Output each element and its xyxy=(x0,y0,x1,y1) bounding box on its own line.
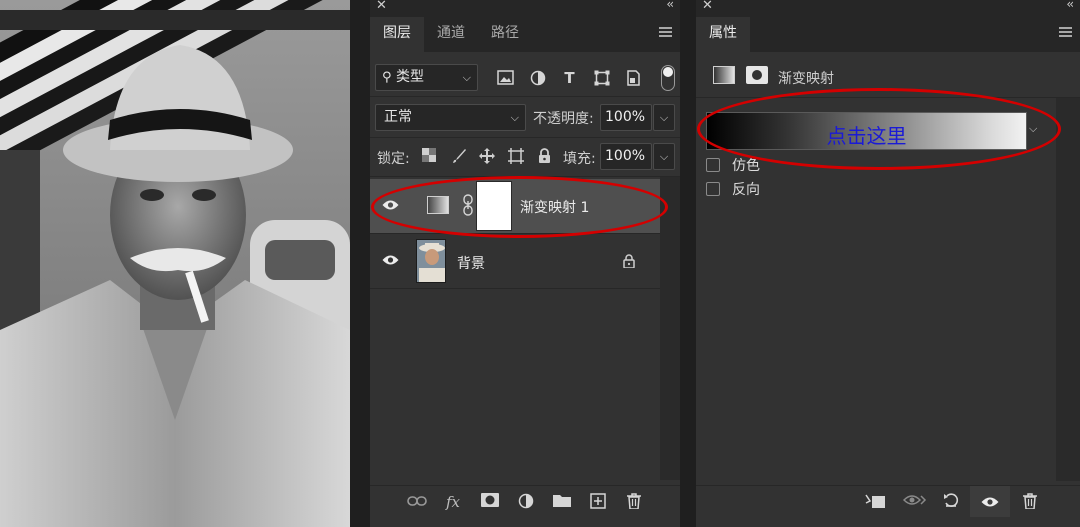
tab-layers[interactable]: 图层 xyxy=(370,17,424,52)
trash-icon[interactable] xyxy=(1020,493,1040,511)
visibility-toggle[interactable] xyxy=(970,486,1010,517)
collapse-icon[interactable]: ‹‹ xyxy=(1066,0,1073,11)
lock-pixels-icon[interactable] xyxy=(450,148,467,165)
canvas-photo xyxy=(0,0,350,527)
properties-tabbar: 属性 xyxy=(696,17,1080,52)
reverse-label: 反向 xyxy=(732,182,760,198)
clip-icon[interactable] xyxy=(864,493,885,511)
lock-position-icon[interactable] xyxy=(478,148,495,165)
chevron-down-icon: ⌵ xyxy=(462,71,471,84)
reverse-checkbox[interactable] xyxy=(706,182,720,196)
gradient-annotation-text: 点击这里 xyxy=(826,124,907,148)
chevron-down-icon: ⌵ xyxy=(510,111,519,124)
layer-name[interactable]: 渐变映射 1 xyxy=(520,197,589,217)
panel-menu-icon[interactable] xyxy=(1059,27,1072,39)
shape-filter-icon[interactable] xyxy=(593,70,610,87)
layer-row-background[interactable]: 背景 xyxy=(370,234,660,288)
fx-icon[interactable]: fx xyxy=(443,493,463,511)
layers-footer: fx xyxy=(370,485,680,517)
filter-kind-label: 类型 xyxy=(395,69,424,85)
gradient-map-type-icon xyxy=(713,66,735,84)
mask-icon[interactable] xyxy=(480,493,500,511)
link-icon[interactable] xyxy=(407,493,427,511)
opacity-label: 不透明度: xyxy=(533,111,594,127)
panel-gutter xyxy=(350,0,370,527)
layer-row-gradient-map[interactable]: 渐变映射 1 xyxy=(370,179,660,233)
gradient-picker[interactable]: 点击这里 xyxy=(706,112,1027,150)
link-chain-icon[interactable] xyxy=(463,193,473,217)
properties-panel: ✕ ‹‹ 属性 渐变映射 点击这里 ⌵ 仿色 反向 xyxy=(696,0,1080,527)
close-icon[interactable]: ✕ xyxy=(702,0,713,13)
panel-menu-icon[interactable] xyxy=(659,27,672,39)
type-filter-icon[interactable]: T xyxy=(561,70,578,87)
trash-icon[interactable] xyxy=(624,493,644,511)
eye-icon xyxy=(981,497,999,507)
properties-footer xyxy=(696,485,1080,517)
properties-header: 渐变映射 xyxy=(696,52,1080,98)
adjustment-layer-thumbnail xyxy=(427,196,449,214)
fill-input[interactable]: 100% xyxy=(600,143,652,170)
dither-checkbox[interactable] xyxy=(706,158,720,172)
panel-gutter xyxy=(680,0,696,527)
opacity-dropdown[interactable]: ⌵ xyxy=(653,104,675,131)
tab-properties[interactable]: 属性 xyxy=(696,17,750,52)
blend-mode-select[interactable]: 正常 ⌵ xyxy=(375,104,526,131)
eye-icon[interactable] xyxy=(382,199,399,211)
filter-toggle[interactable] xyxy=(661,65,675,91)
folder-icon[interactable] xyxy=(552,493,572,511)
pixel-filter-icon[interactable] xyxy=(497,70,514,87)
opacity-input[interactable]: 100% xyxy=(600,104,652,131)
search-icon: ⚲ xyxy=(382,70,392,85)
fill-dropdown[interactable]: ⌵ xyxy=(653,143,675,170)
lock-transparent-icon[interactable] xyxy=(420,148,437,165)
lock-all-icon[interactable] xyxy=(536,148,553,165)
layer-mask-thumbnail[interactable] xyxy=(476,181,512,231)
layers-panel: ✕ ‹‹ 图层 通道 路径 ⚲ 类型 ⌵ T 正常 ⌵ 不透明度: 100% ⌵… xyxy=(370,0,680,527)
close-icon[interactable]: ✕ xyxy=(376,0,387,13)
smart-object-filter-icon[interactable] xyxy=(625,70,642,87)
collapse-icon[interactable]: ‹‹ xyxy=(666,0,673,11)
layer-name[interactable]: 背景 xyxy=(457,253,485,273)
layer-filter-row: ⚲ 类型 ⌵ T xyxy=(375,64,675,92)
eye-icon[interactable] xyxy=(382,254,399,266)
lock-label: 锁定: xyxy=(377,151,410,167)
dither-label: 仿色 xyxy=(732,158,760,174)
properties-title: 渐变映射 xyxy=(778,71,834,87)
layers-scrollbar[interactable] xyxy=(660,177,680,480)
lock-artboard-icon[interactable] xyxy=(507,148,524,165)
layers-tabbar: 图层 通道 路径 xyxy=(370,17,680,52)
background-layer-thumbnail xyxy=(416,239,446,283)
reset-icon[interactable] xyxy=(941,493,961,511)
adjustment-icon[interactable] xyxy=(516,493,536,511)
view-previous-icon[interactable] xyxy=(902,493,927,511)
filter-kind-select[interactable]: ⚲ 类型 ⌵ xyxy=(375,64,478,91)
tab-channels[interactable]: 通道 xyxy=(424,17,478,52)
properties-scrollbar[interactable] xyxy=(1056,98,1080,481)
new-layer-icon[interactable] xyxy=(588,493,608,511)
fill-label: 填充: xyxy=(563,151,596,167)
panel-topbar: ✕ ‹‹ xyxy=(370,0,680,17)
layer-lock-icon[interactable] xyxy=(623,254,635,272)
tab-paths[interactable]: 路径 xyxy=(478,17,532,52)
chevron-down-icon[interactable]: ⌵ xyxy=(1029,122,1037,136)
blend-mode-label: 正常 xyxy=(384,109,412,125)
mask-type-icon[interactable] xyxy=(746,66,768,84)
panel-topbar: ✕ ‹‹ xyxy=(696,0,1080,17)
adjustment-filter-icon[interactable] xyxy=(529,70,546,87)
